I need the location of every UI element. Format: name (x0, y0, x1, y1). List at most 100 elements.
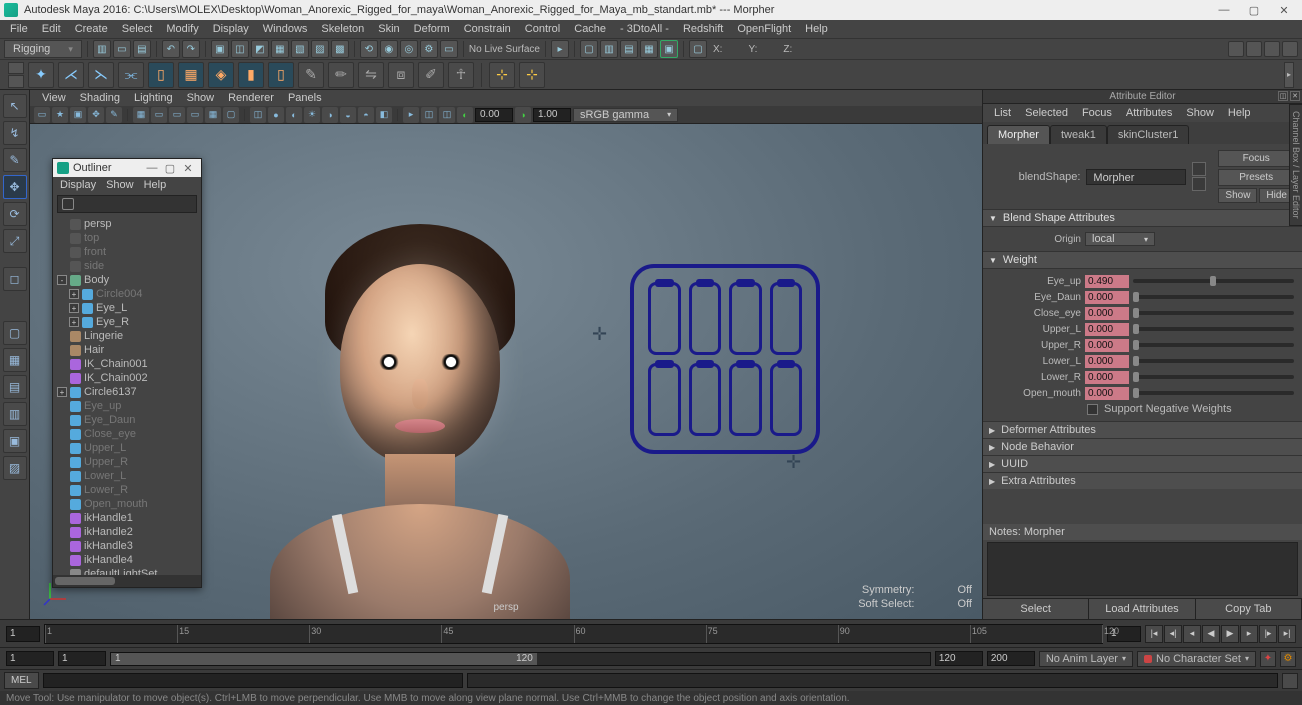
snap-point-icon[interactable]: ▨ (311, 40, 329, 58)
outliner-scrollbar[interactable] (53, 575, 201, 587)
move-tool-icon[interactable]: ✥ (3, 175, 27, 199)
vp-shaded-icon[interactable]: ● (268, 107, 284, 123)
ae-menu-attributes[interactable]: Attributes (1121, 105, 1177, 121)
checkbox-icon[interactable] (1087, 404, 1098, 415)
step-back-button[interactable]: ◂ (1183, 625, 1201, 643)
attribute-editor-toggle-icon[interactable] (1246, 41, 1262, 57)
ae-menu-show[interactable]: Show (1181, 105, 1219, 121)
vp-gate-mask-icon[interactable]: ▭ (187, 107, 203, 123)
persp-graph-icon[interactable]: ▨ (3, 456, 27, 480)
save-scene-icon[interactable]: ▤ (133, 40, 151, 58)
menu-select[interactable]: Select (116, 21, 159, 37)
shelf-tab-down-icon[interactable] (8, 75, 24, 88)
shelf-nonlinear-icon[interactable]: ▯ (268, 62, 294, 88)
ae-undock-icon[interactable]: ◫ (1278, 91, 1288, 101)
weight-value-input[interactable]: 0.000 (1085, 355, 1129, 368)
layout-3-icon[interactable]: ▤ (620, 40, 638, 58)
shelf-cluster-icon[interactable]: ◈ (208, 62, 234, 88)
section-weight[interactable]: ▼Weight (983, 251, 1302, 269)
play-forward-button[interactable]: ▶ (1221, 625, 1239, 643)
weight-slider[interactable] (1133, 391, 1294, 395)
notes-textarea[interactable] (987, 542, 1298, 596)
render-settings-icon[interactable]: ⚙ (420, 40, 438, 58)
vp-menu-shading[interactable]: Shading (74, 91, 126, 105)
outliner-item-ikhandle2[interactable]: ikHandle2 (53, 525, 201, 539)
outliner-item-ikhandle1[interactable]: ikHandle1 (53, 511, 201, 525)
shelf-sculpt-icon[interactable]: ✎ (298, 62, 324, 88)
shelf-hik-icon[interactable]: ☥ (448, 62, 474, 88)
menu-modify[interactable]: Modify (160, 21, 204, 37)
outliner-item-circle6137[interactable]: +Circle6137 (53, 385, 201, 399)
vp-bookmark-icon[interactable]: ★ (52, 107, 68, 123)
support-negative-weights-row[interactable]: Support Negative Weights (991, 401, 1294, 417)
vp-xray-joints-icon[interactable]: ◫ (439, 107, 455, 123)
shelf-paint-icon[interactable]: ✏ (328, 62, 354, 88)
new-scene-icon[interactable]: ▥ (93, 40, 111, 58)
snap-plane-icon[interactable]: ▩ (331, 40, 349, 58)
render-icon[interactable]: ◉ (380, 40, 398, 58)
vp-2d-pan-icon[interactable]: ✥ (88, 107, 104, 123)
channel-box-toggle-icon[interactable] (1282, 41, 1298, 57)
paint-tool-icon[interactable]: ✎ (3, 148, 27, 172)
menu-file[interactable]: File (4, 21, 34, 37)
ipr-render-icon[interactable]: ◎ (400, 40, 418, 58)
weight-value-input[interactable]: 0.000 (1085, 387, 1129, 400)
shelf-wrap-icon[interactable]: ▯ (148, 62, 174, 88)
rig-ctrl-4[interactable] (770, 282, 803, 355)
workspace-mode-dropdown[interactable]: Rigging (4, 40, 82, 58)
menu-skeleton[interactable]: Skeleton (315, 21, 370, 37)
vp-textured-icon[interactable]: ◐ (286, 107, 302, 123)
scale-tool-icon[interactable]: ⤢ (3, 229, 27, 253)
vp-select-cam-icon[interactable]: ▭ (34, 107, 50, 123)
shelf-ik-icon[interactable]: ⋌ (58, 62, 84, 88)
focus-button[interactable]: Focus (1218, 150, 1294, 167)
vp-field-chart-icon[interactable]: ▦ (205, 107, 221, 123)
render-view-icon[interactable]: ▭ (440, 40, 458, 58)
vp-menu-panels[interactable]: Panels (282, 91, 328, 105)
ae-menu-focus[interactable]: Focus (1077, 105, 1117, 121)
expand-icon[interactable]: + (69, 303, 79, 313)
weight-value-input[interactable]: 0.000 (1085, 371, 1129, 384)
section-node-behavior[interactable]: ▶Node Behavior (983, 438, 1302, 455)
outliner-item-ikhandle4[interactable]: ikHandle4 (53, 553, 201, 567)
minimize-button[interactable]: — (1210, 2, 1238, 18)
section-blend-shape-attributes[interactable]: ▼Blend Shape Attributes (983, 209, 1302, 227)
outliner-item-ikchain001[interactable]: IK_Chain001 (53, 357, 201, 371)
snap-grid-icon[interactable]: ▦ (271, 40, 289, 58)
menu-redshift[interactable]: Redshift (677, 21, 729, 37)
menu-create[interactable]: Create (69, 21, 114, 37)
outliner-item-side[interactable]: side (53, 259, 201, 273)
copy-tab-button[interactable]: Copy Tab (1196, 599, 1302, 619)
menu-constrain[interactable]: Constrain (458, 21, 517, 37)
weight-value-input[interactable]: 0.490 (1085, 275, 1129, 288)
outliner-minimize-icon[interactable]: — (143, 162, 161, 174)
menu-3dtoall[interactable]: - 3DtoAll - (614, 21, 675, 37)
script-lang-label[interactable]: MEL (4, 672, 39, 689)
vp-exposure-icon[interactable]: ◐ (457, 107, 473, 123)
select-tool-icon[interactable]: ↖ (3, 94, 27, 118)
lasso-select-icon[interactable]: ◫ (231, 40, 249, 58)
snap-curve-icon[interactable]: ▧ (291, 40, 309, 58)
layout-4-icon[interactable]: ▦ (640, 40, 658, 58)
outliner-item-defaultlightset[interactable]: defaultLightSet (53, 567, 201, 575)
weight-value-input[interactable]: 0.000 (1085, 323, 1129, 336)
weight-slider[interactable] (1133, 359, 1294, 363)
tool-settings-toggle-icon[interactable] (1264, 41, 1280, 57)
shelf-lattice-icon[interactable]: ▦ (178, 62, 204, 88)
modeling-toolkit-icon[interactable] (1228, 41, 1244, 57)
weight-slider[interactable] (1133, 295, 1294, 299)
ae-go-downstream-icon[interactable] (1192, 177, 1206, 191)
time-start-field[interactable]: 1 (6, 626, 40, 642)
vp-exposure-field[interactable]: 0.00 (475, 108, 513, 122)
menu-openflight[interactable]: OpenFlight (731, 21, 797, 37)
outliner-item-closeeye[interactable]: Close_eye (53, 427, 201, 441)
shelf-bind-icon[interactable]: ⫘ (118, 62, 144, 88)
weight-value-input[interactable]: 0.000 (1085, 291, 1129, 304)
vp-film-gate-icon[interactable]: ▭ (151, 107, 167, 123)
rig-ctrl-5[interactable] (648, 363, 681, 436)
menu-display[interactable]: Display (207, 21, 255, 37)
playback-start-field[interactable]: 1 (58, 651, 106, 666)
step-forward-button[interactable]: ▸ (1240, 625, 1258, 643)
outliner-item-ikhandle3[interactable]: ikHandle3 (53, 539, 201, 553)
vp-lights-icon[interactable]: ☀ (304, 107, 320, 123)
